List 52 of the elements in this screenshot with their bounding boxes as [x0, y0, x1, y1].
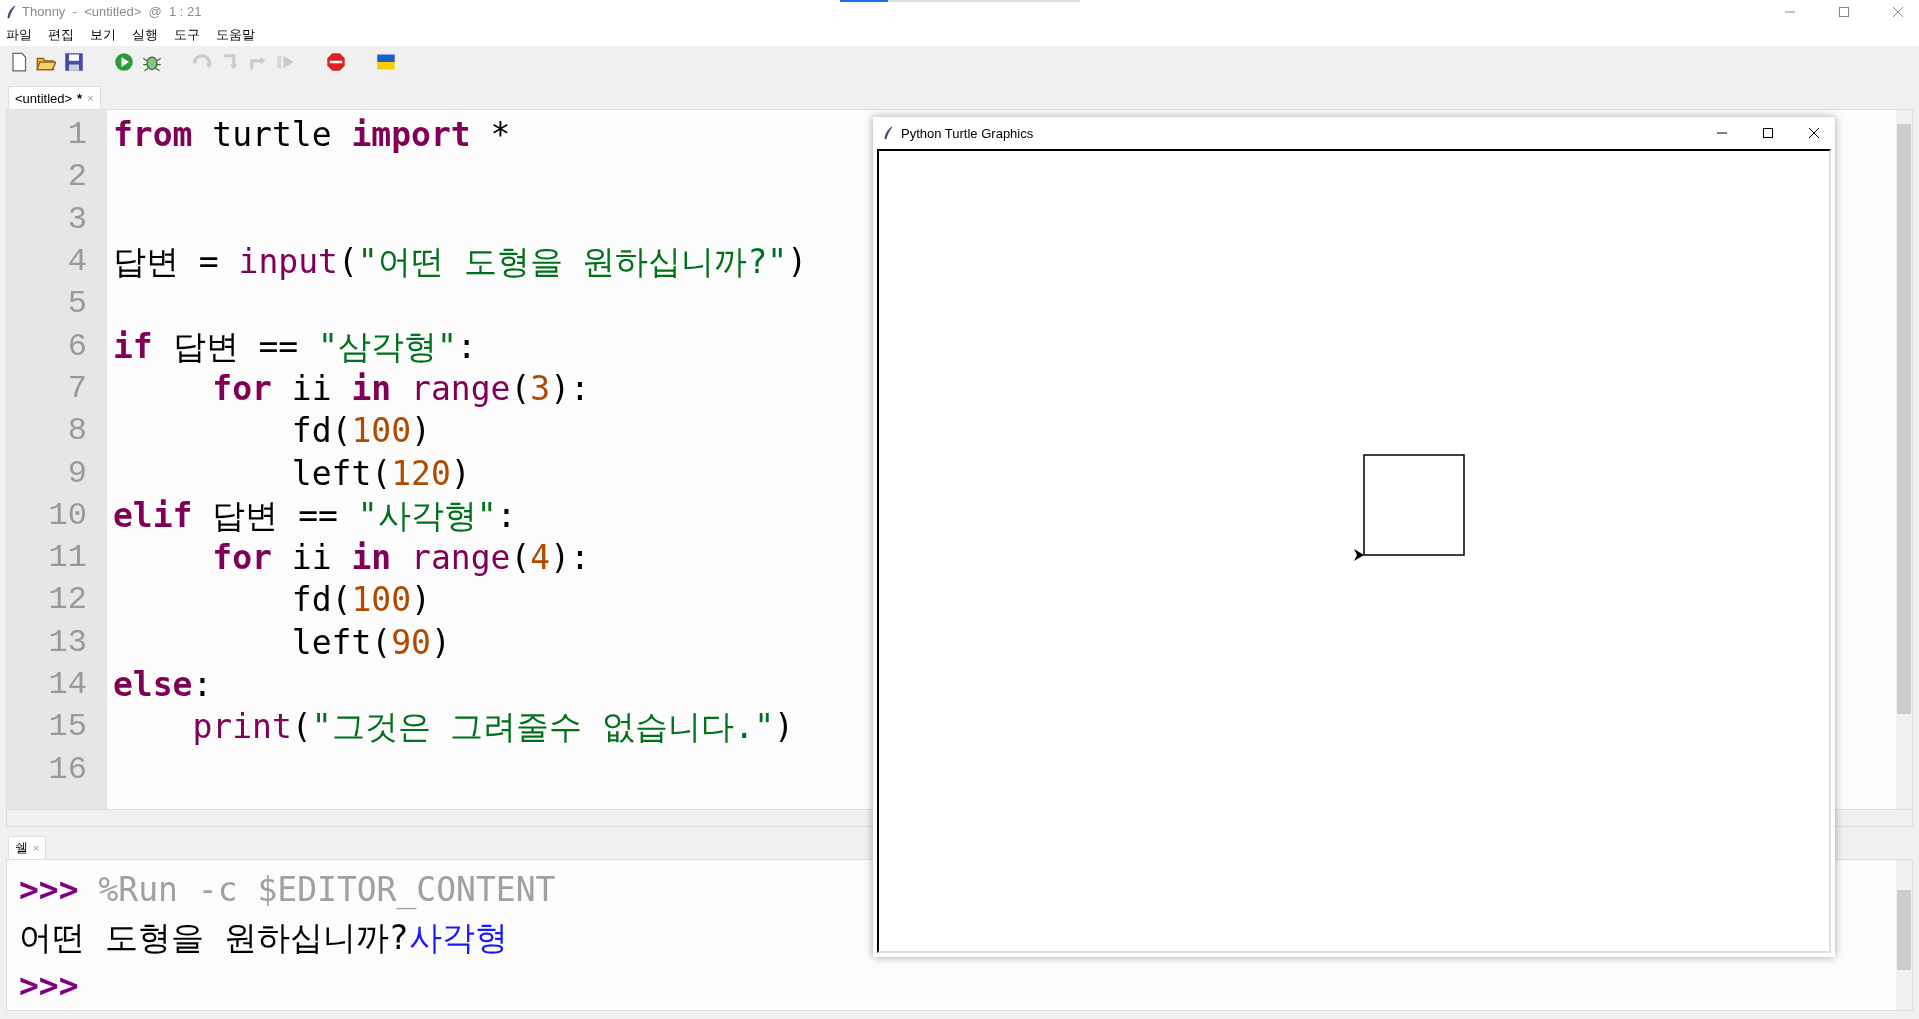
- vertical-scrollbar[interactable]: [1896, 860, 1912, 1010]
- code-line: print("그것은 그려줄수 없습니다."): [191, 706, 794, 749]
- menu-item[interactable]: 파일: [4, 25, 38, 44]
- line-number: 13: [48, 622, 87, 663]
- window-title: Thonny - <untitled> @ 1 : 21: [22, 4, 202, 20]
- line-number: 4: [67, 242, 87, 282]
- line-number: 6: [67, 326, 87, 367]
- code-line: fd(100): [290, 410, 431, 453]
- shell-line: >>> %Run -c $EDITOR_CONTENT: [19, 869, 556, 912]
- line-number: 14: [48, 665, 87, 705]
- line-number: 11: [48, 538, 87, 579]
- code-line: for ii in range(3):: [211, 367, 590, 410]
- shell-line: 어떤 도형을 원하십니까?사각형: [19, 917, 508, 959]
- code-line: left(120): [290, 452, 471, 495]
- flag-icon[interactable]: [376, 52, 396, 73]
- code-line: elif 답변 == "사각형":: [113, 494, 517, 537]
- vertical-scrollbar[interactable]: [1896, 110, 1912, 809]
- code-line: left(90): [290, 621, 451, 664]
- save-icon[interactable]: [64, 52, 84, 73]
- line-number: 7: [67, 368, 87, 409]
- turtle-arrow-icon: [1354, 549, 1364, 561]
- menu-item[interactable]: 실행: [130, 25, 164, 44]
- menu-item[interactable]: 보기: [88, 25, 122, 44]
- stop-icon[interactable]: [326, 52, 346, 73]
- close-icon[interactable]: [1807, 126, 1821, 140]
- line-number: 12: [48, 580, 87, 621]
- line-number: 3: [67, 199, 87, 240]
- code-line: for ii in range(4):: [211, 537, 590, 580]
- code-line: else:: [113, 664, 213, 706]
- line-number: 1: [67, 115, 87, 156]
- line-number: 16: [48, 749, 87, 790]
- editor-tab[interactable]: <untitled> * ×: [8, 86, 101, 110]
- code-line: if 답변 == "삼각형":: [113, 325, 477, 368]
- line-number: 2: [67, 157, 87, 198]
- line-number: 10: [48, 495, 87, 536]
- menu-item[interactable]: 도움말: [214, 25, 261, 44]
- maximize-icon[interactable]: [1761, 126, 1775, 140]
- app-logo-icon: [6, 4, 16, 19]
- shell-tab[interactable]: 쉘 ×: [8, 836, 47, 859]
- code-line: 답변 = input("어떤 도형을 원하십니까?"): [113, 241, 808, 283]
- code-line: from turtle import *: [113, 114, 511, 157]
- line-number: 5: [67, 284, 87, 325]
- shell-line: >>>: [19, 965, 79, 1007]
- line-number: 8: [67, 411, 87, 452]
- menu-item[interactable]: 도구: [172, 25, 206, 44]
- run-icon[interactable]: [114, 52, 134, 73]
- line-number: 9: [67, 453, 87, 494]
- menu-item[interactable]: 편집: [46, 25, 80, 44]
- code-line: fd(100): [290, 579, 431, 622]
- window-title: Python Turtle Graphics: [901, 125, 1034, 141]
- line-number: 15: [48, 707, 87, 748]
- app-logo-icon: [883, 126, 893, 140]
